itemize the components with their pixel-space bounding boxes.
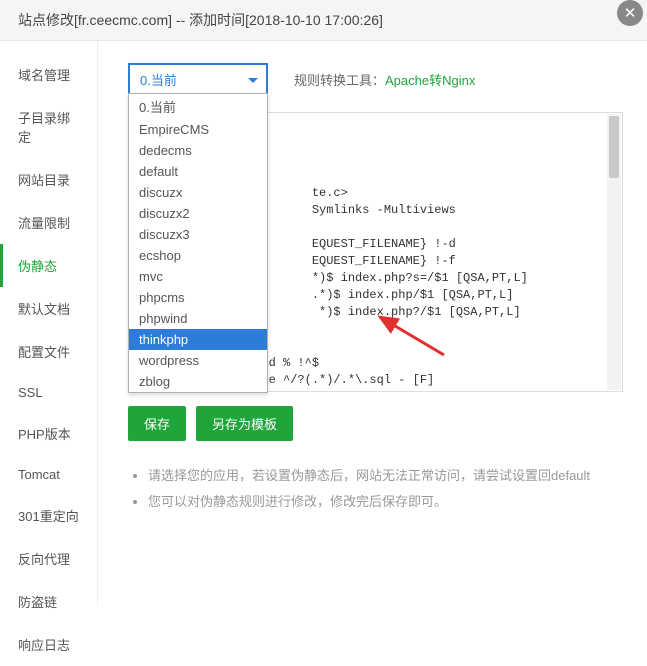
dropdown-item[interactable]: discuzx2	[129, 203, 267, 224]
converter-label: 规则转换工具：	[294, 73, 385, 88]
dropdown-item[interactable]: phpwind	[129, 308, 267, 329]
save-button[interactable]: 保存	[128, 406, 186, 441]
dropdown-item[interactable]: mvc	[129, 266, 267, 287]
hints-list: 请选择您的应用，若设置伪静态后，网站无法正常访问，请尝试设置回default您可…	[128, 463, 623, 515]
dialog-header: 站点修改[fr.ceecmc.com] -- 添加时间[2018-10-10 1…	[0, 0, 647, 41]
sidebar-item[interactable]: 默认文档	[0, 287, 97, 330]
main-panel: 0.当前 0.当前EmpireCMSdedecmsdefaultdiscuzxd…	[98, 41, 647, 606]
sidebar-item[interactable]: 配置文件	[0, 330, 97, 373]
dropdown-item[interactable]: discuzx3	[129, 224, 267, 245]
dropdown-item[interactable]: EmpireCMS	[129, 119, 267, 140]
top-row: 0.当前 0.当前EmpireCMSdedecmsdefaultdiscuzxd…	[128, 63, 623, 96]
container: 域名管理子目录绑定网站目录流量限制伪静态默认文档配置文件SSLPHP版本Tomc…	[0, 41, 647, 606]
select-current[interactable]: 0.当前	[128, 63, 268, 96]
button-row: 保存 另存为模板	[128, 406, 623, 441]
sidebar-item[interactable]: 301重定向	[0, 494, 97, 537]
template-select[interactable]: 0.当前 0.当前EmpireCMSdedecmsdefaultdiscuzxd…	[128, 63, 268, 96]
hint-item: 您可以对伪静态规则进行修改，修改完后保存即可。	[148, 489, 623, 515]
converter-link[interactable]: Apache转Nginx	[385, 73, 475, 88]
dropdown-item[interactable]: zblog	[129, 371, 267, 392]
sidebar: 域名管理子目录绑定网站目录流量限制伪静态默认文档配置文件SSLPHP版本Tomc…	[0, 41, 98, 606]
sidebar-item[interactable]: 流量限制	[0, 201, 97, 244]
dropdown-item[interactable]: default	[129, 161, 267, 182]
close-icon: ✕	[624, 4, 637, 22]
sidebar-item[interactable]: 响应日志	[0, 623, 97, 666]
sidebar-item[interactable]: 网站目录	[0, 158, 97, 201]
editor-scrollbar[interactable]	[607, 114, 621, 390]
sidebar-item[interactable]: 反向代理	[0, 537, 97, 580]
dropdown-item[interactable]: dedecms	[129, 140, 267, 161]
dropdown-item[interactable]: wordpress	[129, 350, 267, 371]
dropdown-item[interactable]: phpcms	[129, 287, 267, 308]
close-button[interactable]: ✕	[617, 0, 643, 26]
sidebar-item[interactable]: 子目录绑定	[0, 96, 97, 158]
sidebar-item[interactable]: 防盗链	[0, 580, 97, 623]
dropdown-item[interactable]: ecshop	[129, 245, 267, 266]
sidebar-item[interactable]: 域名管理	[0, 53, 97, 96]
dialog-title: 站点修改[fr.ceecmc.com] -- 添加时间[2018-10-10 1…	[18, 10, 383, 30]
sidebar-item[interactable]: PHP版本	[0, 412, 97, 455]
sidebar-item[interactable]: Tomcat	[0, 455, 97, 494]
dropdown-item[interactable]: discuzx	[129, 182, 267, 203]
save-as-template-button[interactable]: 另存为模板	[196, 406, 293, 441]
sidebar-item[interactable]: 伪静态	[0, 244, 97, 287]
dropdown-item[interactable]: thinkphp	[129, 329, 267, 350]
dropdown-item[interactable]: 0.当前	[129, 94, 267, 119]
converter-area: 规则转换工具：Apache转Nginx	[294, 70, 475, 89]
select-dropdown: 0.当前EmpireCMSdedecmsdefaultdiscuzxdiscuz…	[128, 93, 268, 393]
sidebar-item[interactable]: SSL	[0, 373, 97, 412]
hint-item: 请选择您的应用，若设置伪静态后，网站无法正常访问，请尝试设置回default	[148, 463, 623, 489]
